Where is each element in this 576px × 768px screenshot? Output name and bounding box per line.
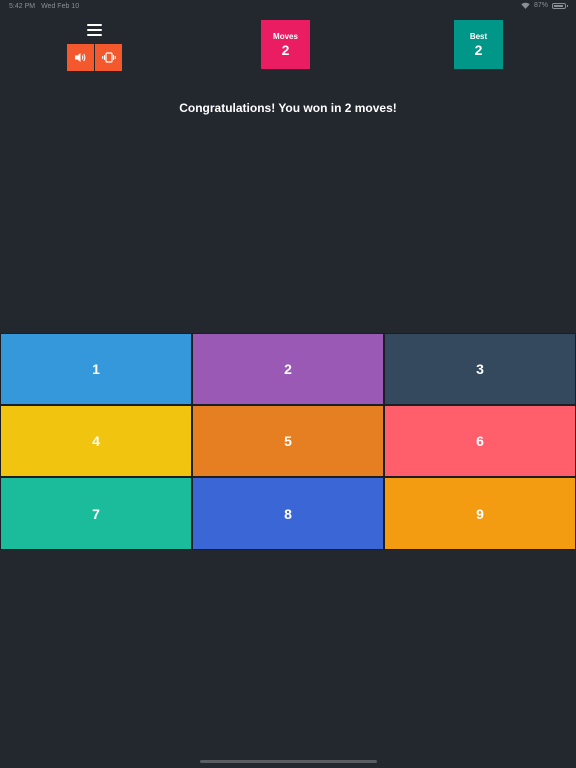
home-indicator[interactable]: [200, 760, 377, 763]
wifi-icon: [521, 2, 530, 9]
tile-8[interactable]: 8: [192, 477, 384, 550]
hamburger-menu-icon-line: [87, 29, 102, 31]
battery-percent: 87%: [533, 2, 548, 9]
speaker-icon: [75, 53, 86, 62]
moves-label: Moves: [273, 31, 298, 41]
tile-7[interactable]: 7: [0, 477, 192, 550]
menu-button[interactable]: [87, 24, 103, 36]
status-time: 5:42 PM: [9, 3, 36, 10]
tile-9[interactable]: 9: [384, 477, 576, 550]
win-message: Congratulations! You won in 2 moves!: [179, 101, 397, 115]
vibrate-toggle-button[interactable]: [94, 44, 122, 71]
tile-3[interactable]: 3: [384, 333, 576, 405]
hamburger-menu-icon-line: [87, 24, 102, 26]
status-right: 87%: [521, 2, 568, 9]
status-date: Wed Feb 10: [41, 3, 80, 10]
battery-fill: [554, 4, 563, 7]
best-score: Best 2: [454, 20, 503, 69]
tile-grid: 1 2 3 4 5 6 7 8 9: [0, 333, 576, 550]
sound-toggle-button[interactable]: [67, 44, 94, 71]
moves-counter: Moves 2: [261, 20, 310, 69]
best-label: Best: [469, 31, 488, 41]
status-left: 5:42 PM Wed Feb 10: [9, 3, 79, 10]
tile-1[interactable]: 1: [0, 333, 192, 405]
best-value: 2: [474, 41, 483, 58]
moves-value: 2: [281, 41, 290, 58]
tile-5[interactable]: 5: [192, 405, 384, 477]
battery-icon: [552, 2, 568, 9]
hamburger-menu-icon-line: [87, 34, 102, 36]
tile-2[interactable]: 2: [192, 333, 384, 405]
toggle-group: [67, 44, 122, 71]
vibrate-icon: [101, 52, 116, 63]
tile-6[interactable]: 6: [384, 405, 576, 477]
status-bar: 5:42 PM Wed Feb 10 87%: [0, 0, 576, 14]
tile-4[interactable]: 4: [0, 405, 192, 477]
